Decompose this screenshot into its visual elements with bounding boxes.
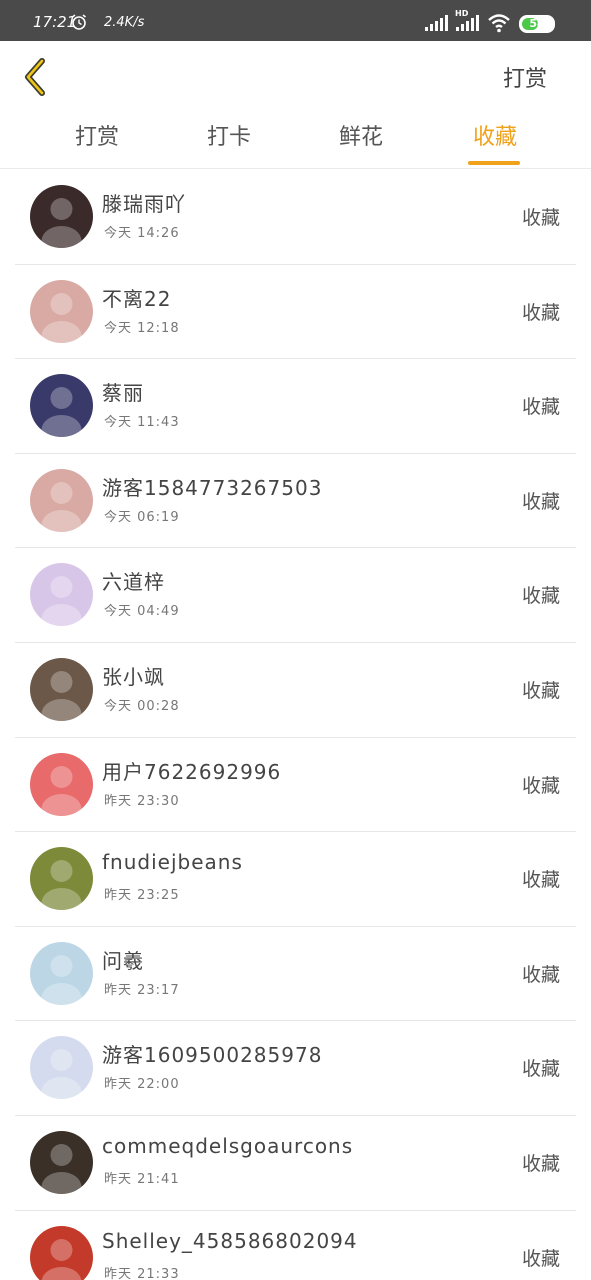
avatar-image [30,185,93,248]
avatar-image [30,374,93,438]
avatar[interactable] [30,1130,93,1194]
list-item[interactable]: Shelley_458586802094 昨天 21:33 收藏 [15,1211,576,1280]
avatar-image [30,279,93,343]
favorite-label: 收藏 [521,679,560,702]
battery-icon: 54 [519,15,555,33]
favorite-label: 收藏 [521,963,560,986]
avatar-image [30,941,93,1005]
avatar-image [30,1036,93,1100]
timestamp: 昨天 23:25 [104,888,180,904]
list-item[interactable]: commeqdelsgoaurcons 昨天 21:41 收藏 [15,1116,576,1211]
back-button[interactable] [18,55,58,99]
list-item[interactable]: 不离22 今天 12:18 收藏 [15,265,576,360]
avatar-image [30,1225,93,1280]
favorite-label: 收藏 [521,774,560,797]
status-bar: 17:21 2.4K/s HD 54 [0,0,591,41]
tab-favorites[interactable]: 收藏 [455,119,535,151]
timestamp: 今天 04:49 [104,604,180,620]
avatar[interactable] [30,657,93,721]
timestamp: 昨天 21:33 [104,1266,180,1280]
timestamp: 昨天 23:30 [104,793,180,809]
favorite-label: 收藏 [521,396,560,419]
avatar-image [30,1130,93,1194]
user-name: 游客1609500285978 [102,1043,323,1068]
user-name: 问羲 [102,948,144,973]
battery-level: 54 [529,17,545,30]
user-name: 不离22 [102,286,172,311]
timestamp: 今天 11:43 [104,415,180,431]
favorite-label: 收藏 [521,1058,560,1081]
signal-hd-icon [456,15,479,31]
favorite-label: 收藏 [521,490,560,513]
signal-icon [425,15,448,31]
list-item[interactable]: 问羲昨天 23:17 收藏 [15,927,576,1022]
wifi-icon [488,14,510,33]
user-name: commeqdelsgoaurcons [102,1133,354,1158]
timestamp: 今天 12:18 [104,320,180,336]
avatar[interactable] [30,752,93,816]
avatar-image [30,847,93,911]
avatar-image [30,563,93,627]
favorite-label: 收藏 [521,1152,560,1175]
header: 打赏 打赏 打卡 鲜花 收藏 [0,41,591,169]
tab-reward[interactable]: 打赏 [57,119,137,151]
avatar-image [30,657,93,721]
user-name: 六道梓 [102,570,165,595]
list-item[interactable]: 六道梓今天 04:49 收藏 [15,548,576,643]
avatar[interactable] [30,563,93,627]
timestamp: 今天 14:26 [104,226,180,241]
list-item[interactable]: 蔡丽今天 11:43 收藏 [15,359,576,454]
favorite-label: 收藏 [521,207,560,229]
avatar-image [30,752,93,816]
list-item[interactable]: 用户7622692996 昨天 23:30 收藏 [15,738,576,833]
timestamp: 今天 00:28 [104,698,180,714]
avatar[interactable] [30,468,93,532]
reward-button[interactable]: 打赏 [503,61,547,93]
alarm-icon [72,14,86,30]
avatar[interactable] [30,1225,93,1280]
active-tab-indicator [468,161,520,165]
chevron-left-icon [25,58,45,96]
timestamp: 昨天 21:41 [104,1171,180,1187]
favorite-label: 收藏 [521,1247,560,1270]
user-name: 滕瑞雨吖 [102,192,186,216]
timestamp: 今天 06:19 [104,509,180,525]
avatar-image [30,468,93,532]
timestamp: 昨天 22:00 [104,1077,180,1093]
tab-checkin[interactable]: 打卡 [189,119,269,151]
list-item[interactable]: 滕瑞雨吖今天 14:26 收藏 [15,170,576,265]
favorite-label: 收藏 [521,301,560,324]
favorites-list: 滕瑞雨吖 今天 14:26 收藏 不离22 今天 12:18 收藏 蔡丽 今天 11:43 收藏… [15,170,576,1280]
tab-flowers[interactable]: 鲜花 [321,119,401,151]
list-item[interactable]: 游客1609500285978 昨天 22:00 收藏 [15,1021,576,1116]
list-item[interactable]: 张小飒今天 00:28 收藏 [15,643,576,738]
avatar[interactable] [30,847,93,911]
avatar[interactable] [30,374,93,438]
user-name: 蔡丽 [102,381,144,406]
tab-bar: 打赏 打卡 鲜花 收藏 [0,119,591,167]
avatar[interactable] [30,185,93,248]
list-item[interactable]: 游客1584773267503 今天 06:19 收藏 [15,454,576,549]
timestamp: 昨天 23:17 [104,982,180,998]
list-item[interactable]: fnudiejbeans 昨天 23:25 收藏 [15,832,576,927]
user-name: 用户7622692996 [102,759,282,784]
avatar[interactable] [30,1036,93,1100]
user-name: Shelley_458586802094 [102,1228,358,1253]
avatar[interactable] [30,279,93,343]
user-name: 游客1584773267503 [102,475,323,500]
favorite-label: 收藏 [521,869,560,892]
user-name: fnudiejbeans [102,850,243,875]
favorite-label: 收藏 [521,585,560,608]
network-speed: 2.4K/s [104,15,145,30]
avatar[interactable] [30,941,93,1005]
user-name: 张小飒 [102,664,165,689]
